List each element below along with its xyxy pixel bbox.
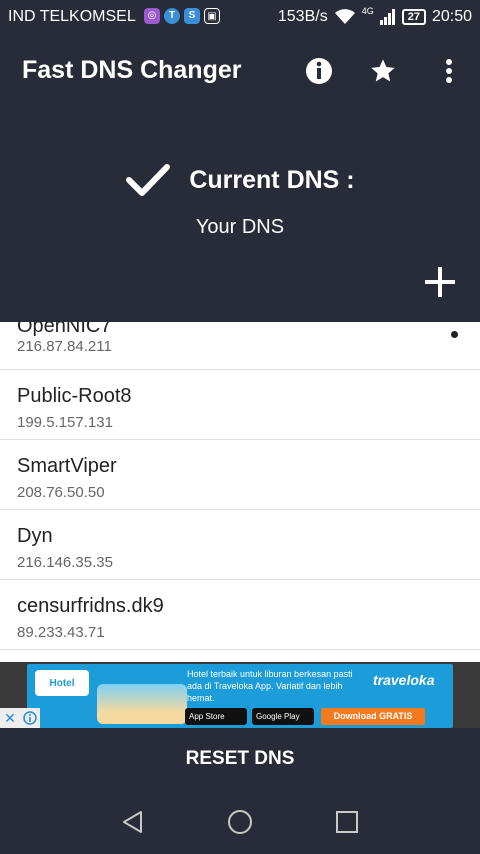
ad-headline: Hotel terbaik untuk liburan berkesan pas… <box>187 669 353 703</box>
wifi-icon <box>334 9 355 24</box>
dns-ip: 216.87.84.211 <box>17 338 112 355</box>
carrier-name: IND TELKOMSEL <box>8 8 136 25</box>
home-icon[interactable] <box>226 808 254 836</box>
ad-info-icon[interactable] <box>20 708 40 728</box>
current-dns-label: Current DNS : <box>189 165 355 194</box>
telegram-icon: T <box>164 8 180 24</box>
battery-indicator: 27 <box>401 9 426 25</box>
list-item[interactable]: censurfridns.dk9 89.233.43.71 <box>0 580 480 650</box>
star-icon <box>371 59 395 82</box>
notification-icons: ◎ T S ▣ <box>144 8 220 24</box>
ad-download-button[interactable]: Download GRATIS <box>321 708 425 725</box>
status-bar: IND TELKOMSEL ◎ T S ▣ 153B/s 4G 27 20:50 <box>0 0 480 34</box>
add-dns-button[interactable] <box>420 262 460 302</box>
more-vert-icon <box>446 59 452 83</box>
signal-icon <box>379 9 395 25</box>
dns-list: OpenNIC7 216.87.84.211 Public-Root8 199.… <box>0 322 480 662</box>
skype-icon: S <box>184 8 200 24</box>
dns-name: Public-Root8 <box>17 385 132 407</box>
favorite-button[interactable] <box>368 56 398 86</box>
info-button[interactable] <box>304 56 334 86</box>
info-icon <box>306 58 332 84</box>
ad-brand: traveloka <box>373 672 435 688</box>
dns-ip: 216.146.35.35 <box>17 554 113 571</box>
ad-image <box>97 684 187 724</box>
list-item[interactable]: SmartViper 208.76.50.50 <box>0 440 480 510</box>
more-options-button[interactable] <box>434 56 464 86</box>
camera-icon: ▣ <box>204 8 220 24</box>
app-header: Fast DNS Changer Current DNS : Your DNS <box>0 34 480 322</box>
plus-icon <box>425 267 455 297</box>
current-dns-row: Current DNS : <box>0 162 480 198</box>
instagram-icon: ◎ <box>144 8 160 24</box>
status-right: 153B/s 4G 27 20:50 <box>277 6 472 26</box>
reset-dns-button[interactable]: RESET DNS <box>0 728 480 790</box>
network-speed: 153B/s <box>277 8 328 25</box>
ad-banner[interactable]: Hotel Hotel terbaik untuk liburan berkes… <box>27 664 453 728</box>
ad-close-icon[interactable]: ✕ <box>0 708 20 728</box>
google-play-badge[interactable]: Google Play <box>252 708 314 725</box>
recent-apps-icon[interactable] <box>333 808 361 836</box>
app-store-badge[interactable]: App Store <box>185 708 247 725</box>
list-item[interactable]: Dyn 216.146.35.35 <box>0 510 480 580</box>
dns-name: OpenNIC7 <box>17 322 112 337</box>
dns-ip: 199.5.157.131 <box>17 414 113 431</box>
dns-ip: 208.76.50.50 <box>17 484 105 501</box>
list-item[interactable]: OpenNIC7 216.87.84.211 <box>0 322 480 370</box>
navigation-bar <box>0 790 480 854</box>
dns-name: Dyn <box>17 525 53 547</box>
adchoices-icon <box>23 711 37 725</box>
current-dns-value: Your DNS <box>195 216 285 238</box>
list-item[interactable]: Public-Root8 199.5.157.131 <box>0 370 480 440</box>
dns-name: SmartViper <box>17 455 117 477</box>
back-icon[interactable] <box>119 808 147 836</box>
ad-area: Hotel Hotel terbaik untuk liburan berkes… <box>0 662 480 728</box>
network-type: 4G <box>361 6 374 16</box>
dns-name: censurfridns.dk9 <box>17 595 164 617</box>
selected-indicator <box>451 331 458 338</box>
clock: 20:50 <box>431 8 472 25</box>
checkmark-icon <box>126 164 171 196</box>
app-title: Fast DNS Changer <box>22 56 242 84</box>
dns-ip: 89.233.43.71 <box>17 624 105 641</box>
ad-logo: Hotel <box>35 670 89 696</box>
